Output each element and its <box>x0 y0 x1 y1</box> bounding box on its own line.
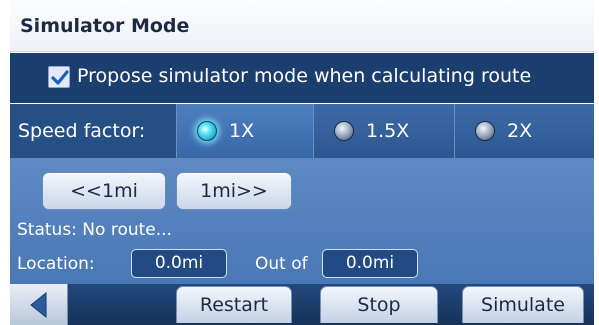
out-of-label: Out of <box>255 254 308 274</box>
simulate-button[interactable]: Simulate <box>462 286 584 323</box>
back-button[interactable] <box>10 284 68 325</box>
radio-selected-icon <box>197 121 217 141</box>
speed-option-2x[interactable]: 2X <box>454 104 594 158</box>
restart-button[interactable]: Restart <box>176 286 292 323</box>
radio-unselected-icon <box>475 121 495 141</box>
speed-factor-row: Speed factor: 1X 1.5X 2X <box>10 104 594 158</box>
speed-option-label: 1.5X <box>366 120 410 142</box>
speed-option-label: 2X <box>507 120 533 142</box>
speed-option-1x[interactable]: 1X <box>176 104 313 158</box>
left-arrow-icon <box>30 292 47 318</box>
speed-factor-label: Speed factor: <box>18 120 146 142</box>
propose-simulator-label: Propose simulator mode when calculating … <box>77 65 532 87</box>
propose-simulator-checkbox[interactable] <box>48 66 70 88</box>
location-label: Location: <box>17 254 95 274</box>
step-back-button[interactable]: <<1mi <box>42 172 166 210</box>
simulator-mode-screen: Simulator Mode Propose simulator mode wh… <box>10 0 594 325</box>
title-bar: Simulator Mode <box>10 0 594 52</box>
radio-unselected-icon <box>334 121 354 141</box>
status-text: Status: No route... <box>17 220 172 240</box>
step-forward-button[interactable]: 1mi>> <box>176 172 292 210</box>
stop-button[interactable]: Stop <box>320 286 438 323</box>
speed-option-label: 1X <box>229 120 255 142</box>
checkmark-icon <box>51 70 69 85</box>
speed-option-1-5x[interactable]: 1.5X <box>313 104 454 158</box>
location-value: 0.0mi <box>131 249 227 278</box>
page-title: Simulator Mode <box>20 15 190 37</box>
total-distance-value: 0.0mi <box>322 249 418 278</box>
propose-simulator-row[interactable]: Propose simulator mode when calculating … <box>10 53 594 103</box>
bottom-toolbar: Restart Stop Simulate <box>10 284 594 325</box>
